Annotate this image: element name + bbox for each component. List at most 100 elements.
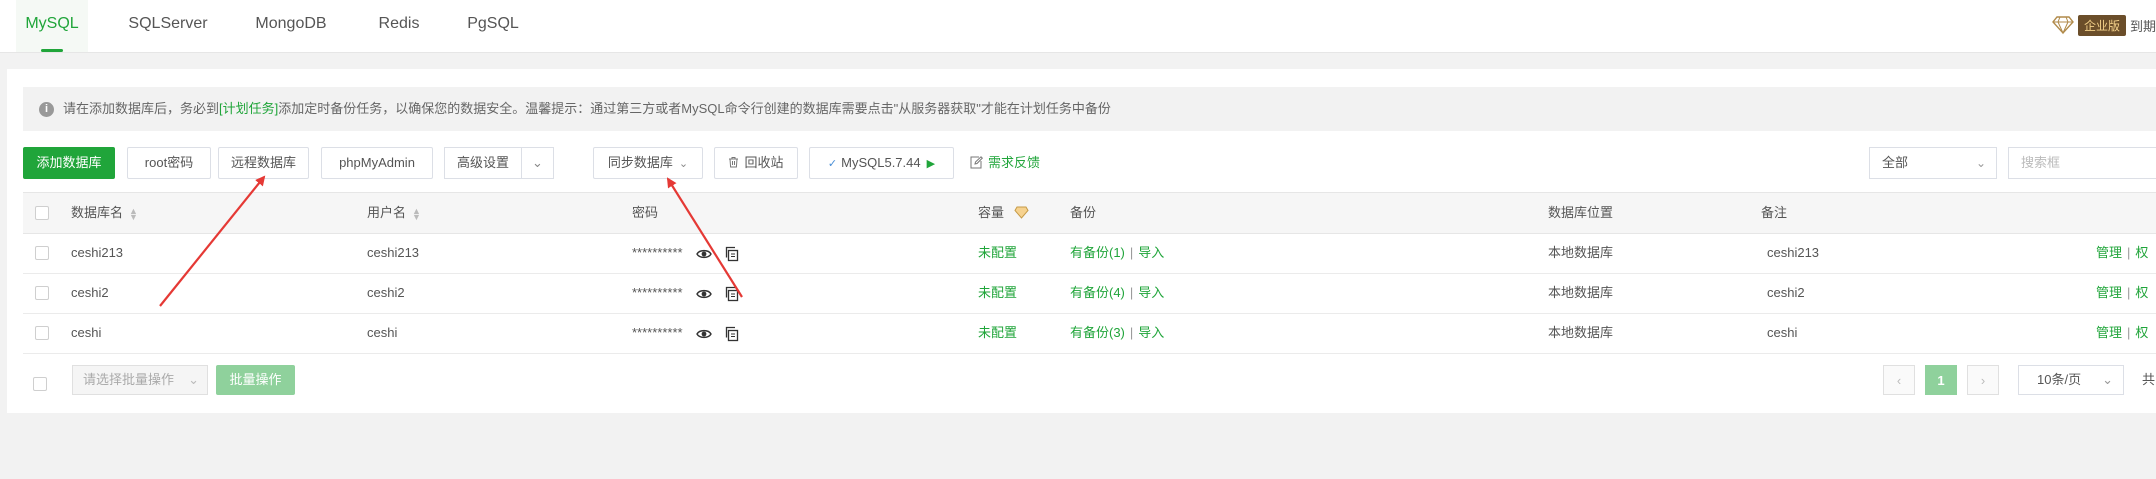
col-user-label: 用户名 <box>367 205 407 220</box>
play-icon: ▶ <box>926 158 936 170</box>
manage-link[interactable]: 管理 <box>2096 325 2122 340</box>
enterprise-status[interactable]: 企业版 到期 <box>2052 14 2156 36</box>
advanced-settings-button[interactable]: 高级设置 <box>444 147 523 179</box>
next-page-button[interactable]: › <box>1967 365 1999 395</box>
backup-actions: 有备份(1) | 导入 <box>1070 245 1165 260</box>
backup-link[interactable]: 有备份(3) <box>1070 325 1125 340</box>
recycle-bin-label: 回收站 <box>744 155 784 170</box>
import-link[interactable]: 导入 <box>1138 245 1164 260</box>
tab-redis[interactable]: Redis <box>370 0 428 52</box>
eye-icon[interactable] <box>696 326 713 342</box>
db-password: ********** <box>632 233 740 273</box>
mysql-version-button[interactable]: ✓ MySQL5.7.44 ▶ <box>809 147 954 179</box>
search-input[interactable]: 搜索框 <box>2008 147 2156 179</box>
row-actions: 管理 | 权 <box>2096 325 2149 340</box>
db-password: ********** <box>632 273 740 313</box>
root-password-button[interactable]: root密码 <box>127 147 211 179</box>
batch-operation-button[interactable]: 批量操作 <box>216 365 295 395</box>
notice-text-post: 添加定时备份任务，以确保您的数据安全。温馨提示：通过第三方或者MySQL命令行创… <box>278 101 1111 116</box>
database-type-tabs: MySQL SQLServer MongoDB Redis PgSQL 企业版 … <box>0 0 2156 53</box>
row-checkbox[interactable] <box>35 326 49 340</box>
chevron-down-icon: ⌄ <box>678 158 689 170</box>
col-user-header[interactable]: 用户名 ▲ ▼ <box>367 193 421 233</box>
backup-notice: i 请在添加数据库后，务必到[计划任务]添加定时备份任务，以确保您的数据安全。温… <box>23 87 2156 131</box>
category-filter-select[interactable]: 全部 ⌄ <box>1869 147 1997 179</box>
copy-icon[interactable] <box>724 326 740 342</box>
permission-link[interactable]: 权 <box>2135 285 2148 300</box>
copy-icon[interactable] <box>724 246 740 262</box>
prev-page-button[interactable]: ‹ <box>1883 365 1915 395</box>
expiry-label: 到期 <box>2129 18 2156 34</box>
chevron-down-icon: ⌄ <box>1975 156 1986 170</box>
row-actions: 管理 | 权 <box>2096 285 2149 300</box>
permission-link[interactable]: 权 <box>2135 245 2148 260</box>
table-row: ceshi2 ceshi2 ********** 未配置 有备份(4) | 导入 本… <box>23 273 2156 314</box>
enterprise-badge: 企业版 <box>2077 14 2126 36</box>
import-link[interactable]: 导入 <box>1138 325 1164 340</box>
backup-link[interactable]: 有备份(4) <box>1070 285 1125 300</box>
page-1-button[interactable]: 1 <box>1925 365 1957 395</box>
db-note[interactable]: ceshi2 <box>1767 273 1805 313</box>
feedback-link[interactable]: 需求反馈 <box>970 147 1040 179</box>
col-name-label: 数据库名 <box>71 205 124 220</box>
db-note[interactable]: ceshi <box>1767 313 1797 353</box>
col-name-header[interactable]: 数据库名 ▲ ▼ <box>71 193 138 233</box>
password-mask: ********** <box>632 245 683 260</box>
batch-operation-select[interactable]: 请选择批量操作 ⌄ <box>72 365 208 395</box>
backup-actions: 有备份(4) | 导入 <box>1070 285 1165 300</box>
table-row: ceshi213 ceshi213 ********** 未配置 有备份(1) |… <box>23 233 2156 274</box>
total-count: 共 3 <box>2142 372 2156 387</box>
database-panel: i 请在添加数据库后，务必到[计划任务]添加定时备份任务，以确保您的数据安全。温… <box>7 69 2156 413</box>
db-name: ceshi213 <box>71 245 124 260</box>
capacity-status-link[interactable]: 未配置 <box>978 233 1017 273</box>
backup-link[interactable]: 有备份(1) <box>1070 245 1125 260</box>
permission-link[interactable]: 权 <box>2135 325 2148 340</box>
diamond-icon <box>1014 206 1029 219</box>
manage-link[interactable]: 管理 <box>2096 285 2122 300</box>
tab-pgsql[interactable]: PgSQL <box>462 0 524 52</box>
footer-select-all-checkbox[interactable] <box>33 377 47 391</box>
table-row: ceshi ceshi ********** 未配置 有备份(3) | 导入 本地数… <box>23 313 2156 354</box>
db-user: ceshi2 <box>367 285 405 300</box>
scheduled-task-link[interactable]: [计划任务] <box>219 101 278 116</box>
recycle-bin-button[interactable]: 回收站 <box>714 147 798 179</box>
page-size-select[interactable]: 10条/页 ⌄ <box>2018 365 2124 395</box>
db-user: ceshi213 <box>367 245 420 260</box>
db-location: 本地数据库 <box>1548 325 1614 340</box>
capacity-status-link[interactable]: 未配置 <box>978 313 1017 353</box>
row-checkbox[interactable] <box>35 286 49 300</box>
remote-database-button[interactable]: 远程数据库 <box>218 147 309 179</box>
db-location: 本地数据库 <box>1548 245 1614 260</box>
col-note-header: 备注 <box>1761 205 1788 220</box>
db-user: ceshi <box>367 325 398 340</box>
phpmyadmin-button[interactable]: phpMyAdmin <box>321 147 433 179</box>
db-password: ********** <box>632 313 740 353</box>
row-actions: 管理 | 权 <box>2096 245 2149 260</box>
tab-mysql[interactable]: MySQL <box>16 0 88 52</box>
tab-mongodb[interactable]: MongoDB <box>246 0 336 52</box>
eye-icon[interactable] <box>696 286 713 302</box>
col-password-header: 密码 <box>632 205 659 220</box>
manage-link[interactable]: 管理 <box>2096 245 2122 260</box>
sort-icon: ▲ ▼ <box>412 205 421 222</box>
import-link[interactable]: 导入 <box>1138 285 1164 300</box>
trash-icon <box>729 157 739 168</box>
copy-icon[interactable] <box>724 286 740 302</box>
notice-text: 请在添加数据库后，务必到[计划任务]添加定时备份任务，以确保您的数据安全。温馨提… <box>63 87 1111 131</box>
add-database-button[interactable]: 添加数据库 <box>23 147 115 179</box>
col-location-header: 数据库位置 <box>1548 205 1614 220</box>
db-location: 本地数据库 <box>1548 285 1614 300</box>
sort-icon: ▲ ▼ <box>129 205 138 222</box>
advanced-settings-dropdown[interactable]: ⌄ <box>522 147 554 179</box>
password-mask: ********** <box>632 325 683 340</box>
chevron-down-icon: ⌄ <box>188 372 199 387</box>
tab-sqlserver[interactable]: SQLServer <box>118 0 218 52</box>
sync-database-button[interactable]: 同步数据库 ⌄ <box>593 147 703 179</box>
capacity-status-link[interactable]: 未配置 <box>978 273 1017 313</box>
eye-icon[interactable] <box>696 246 713 262</box>
search-placeholder: 搜索框 <box>2021 155 2061 170</box>
db-name: ceshi2 <box>71 285 109 300</box>
row-checkbox[interactable] <box>35 246 49 260</box>
select-all-checkbox[interactable] <box>35 206 49 220</box>
db-note[interactable]: ceshi213 <box>1767 233 1819 273</box>
